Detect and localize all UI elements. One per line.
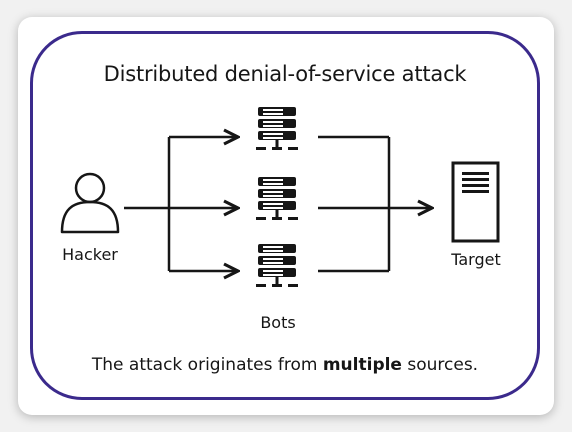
server-icon-bot-3 [256, 244, 298, 287]
document-server-icon [451, 161, 500, 243]
caption-text-after: sources. [401, 355, 479, 375]
caption-text-before: The attack originates from [91, 355, 323, 375]
page: Distributed denial-of-service attack Hac… [0, 0, 572, 432]
bots-label: Bots [260, 313, 296, 332]
caption-text-bold: multiple [322, 355, 402, 375]
hacker-label: Hacker [62, 245, 118, 264]
bots-to-target-connectors [318, 135, 432, 273]
server-icon-bot-1 [256, 107, 298, 150]
target-label: Target [451, 250, 501, 269]
hacker-to-bots-connectors [124, 137, 238, 271]
diagram-caption: The attack originates from multiple sour… [30, 355, 540, 375]
user-icon [60, 172, 120, 234]
server-icon-bot-2 [256, 177, 298, 220]
